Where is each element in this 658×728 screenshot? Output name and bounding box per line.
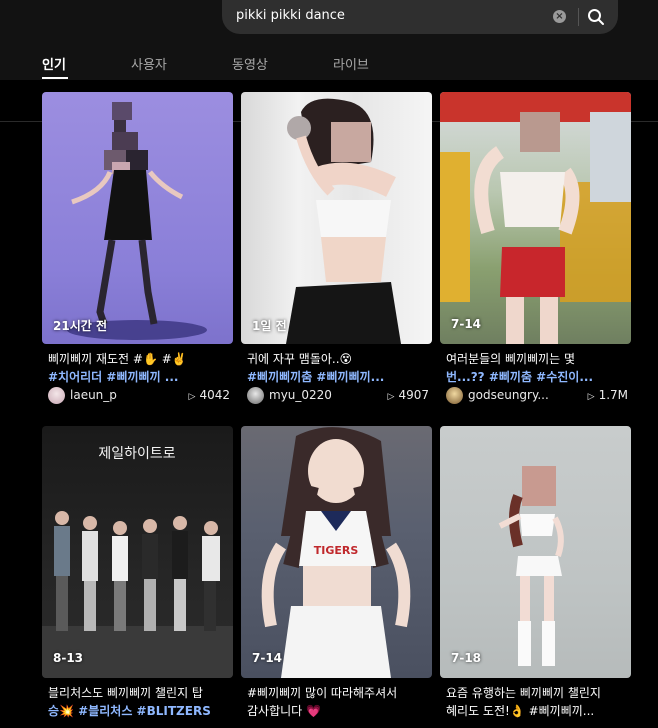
cheerleader-figure: TIGERS <box>261 427 411 678</box>
video-time: 1일 전 <box>252 319 287 333</box>
avatar[interactable] <box>48 387 65 404</box>
dancer-figure <box>67 102 207 340</box>
dancer-figure <box>440 92 631 344</box>
top-bar: pikki pikki dance × <box>0 0 658 42</box>
username[interactable]: godseungry... <box>468 388 549 402</box>
active-tab-indicator <box>42 77 68 79</box>
caption-line-2[interactable]: 번...?? #삐끼춤 #수진이... <box>446 368 632 386</box>
jersey-text: TIGERS <box>314 544 359 557</box>
video-caption[interactable]: #삐끼삐끼 많이 따라해주셔서 감사합니다 💗 <box>247 684 433 720</box>
search-divider <box>578 8 579 26</box>
play-count: ▷ 4907 <box>387 388 429 402</box>
video-caption[interactable]: 요즘 유행하는 삐끼삐끼 챌린지 혜리도 도전!👌 #삐끼삐끼... <box>446 684 632 720</box>
caption-line-2[interactable]: 승💥 #블리처스 #BLITZERS <box>48 702 234 720</box>
search-box[interactable]: pikki pikki dance × <box>222 0 618 34</box>
video-time: 7-14 <box>451 317 482 331</box>
dancer-figure <box>286 98 401 344</box>
video-caption[interactable]: 여러분들의 삐끼삐끼는 몇 번...?? #삐끼춤 #수진이... <box>446 350 632 386</box>
caption-line-2[interactable]: #치어리더 #삐끼삐끼 ... <box>48 368 234 386</box>
video-time: 7-18 <box>451 651 482 665</box>
video-thumbnail[interactable]: 제일하이트로 8-13 <box>42 426 233 678</box>
x-circle-icon[interactable]: × <box>553 10 566 23</box>
video-thumbnail[interactable]: 7-14 <box>440 92 631 344</box>
video-caption[interactable]: 블리처스도 삐끼삐끼 챌린지 탑 승💥 #블리처스 #BLITZERS <box>48 684 234 720</box>
video-caption[interactable]: 귀에 자꾸 맴돌아..😵 #삐끼삐끼춤 #삐끼삐끼... <box>247 350 433 386</box>
video-time: 21시간 전 <box>53 319 107 333</box>
search-icon[interactable] <box>587 8 605 26</box>
tab-videos[interactable]: 동영상 <box>232 54 268 73</box>
caption-line-1: 블리처스도 삐끼삐끼 챌린지 탑 <box>48 686 203 700</box>
play-icon: ▷ <box>387 392 395 402</box>
video-thumbnail[interactable]: 1일 전 <box>241 92 432 344</box>
play-count: ▷ 1.7M <box>587 388 628 402</box>
avatar[interactable] <box>247 387 264 404</box>
tab-popular[interactable]: 인기 <box>42 54 66 73</box>
neon-sign: 제일하이트로 <box>98 446 175 462</box>
video-thumbnail[interactable]: TIGERS 7-14 <box>241 426 432 678</box>
video-thumbnail[interactable]: 21시간 전 <box>42 92 233 344</box>
play-count: ▷ 4042 <box>188 388 230 402</box>
video-caption[interactable]: 삐끼삐끼 재도전 #✋ #✌️ #치어리더 #삐끼삐끼 ... <box>48 350 234 386</box>
username[interactable]: laeun_p <box>70 388 117 402</box>
caption-line-1: 귀에 자꾸 맴돌아..😵 <box>247 352 353 366</box>
username[interactable]: myu_0220 <box>269 388 332 402</box>
video-meta: godseungry... ▷ 1.7M <box>446 386 632 406</box>
caption-line-2[interactable]: 혜리도 도전!👌 #삐끼삐끼... <box>446 702 632 720</box>
avatar[interactable] <box>446 387 463 404</box>
video-thumbnail[interactable]: 7-18 <box>440 426 631 678</box>
play-icon: ▷ <box>188 392 196 402</box>
caption-line-1: 여러분들의 삐끼삐끼는 몇 <box>446 352 576 366</box>
caption-line-1[interactable]: #삐끼삐끼 많이 따라해주셔서 <box>247 684 433 702</box>
group-dance-scene: 제일하이트로 <box>42 446 233 678</box>
tab-live[interactable]: 라이브 <box>333 54 369 73</box>
tab-bar: 인기 사용자 동영상 라이브 <box>0 42 658 122</box>
caption-line-1: 삐끼삐끼 재도전 #✋ #✌️ <box>48 352 187 366</box>
caption-line-2: 감사합니다 💗 <box>247 704 321 718</box>
video-time: 8-13 <box>53 651 84 665</box>
caption-line-2[interactable]: #삐끼삐끼춤 #삐끼삐끼... <box>247 368 433 386</box>
play-icon: ▷ <box>587 392 595 402</box>
video-meta: myu_0220 ▷ 4907 <box>247 386 433 406</box>
dancer-figure <box>498 466 564 666</box>
caption-line-1: 요즘 유행하는 삐끼삐끼 챌린지 <box>446 686 601 700</box>
tab-users[interactable]: 사용자 <box>131 54 167 73</box>
video-meta: laeun_p ▷ 4042 <box>48 386 234 406</box>
video-time: 7-14 <box>252 651 283 665</box>
search-input[interactable]: pikki pikki dance <box>236 8 345 23</box>
